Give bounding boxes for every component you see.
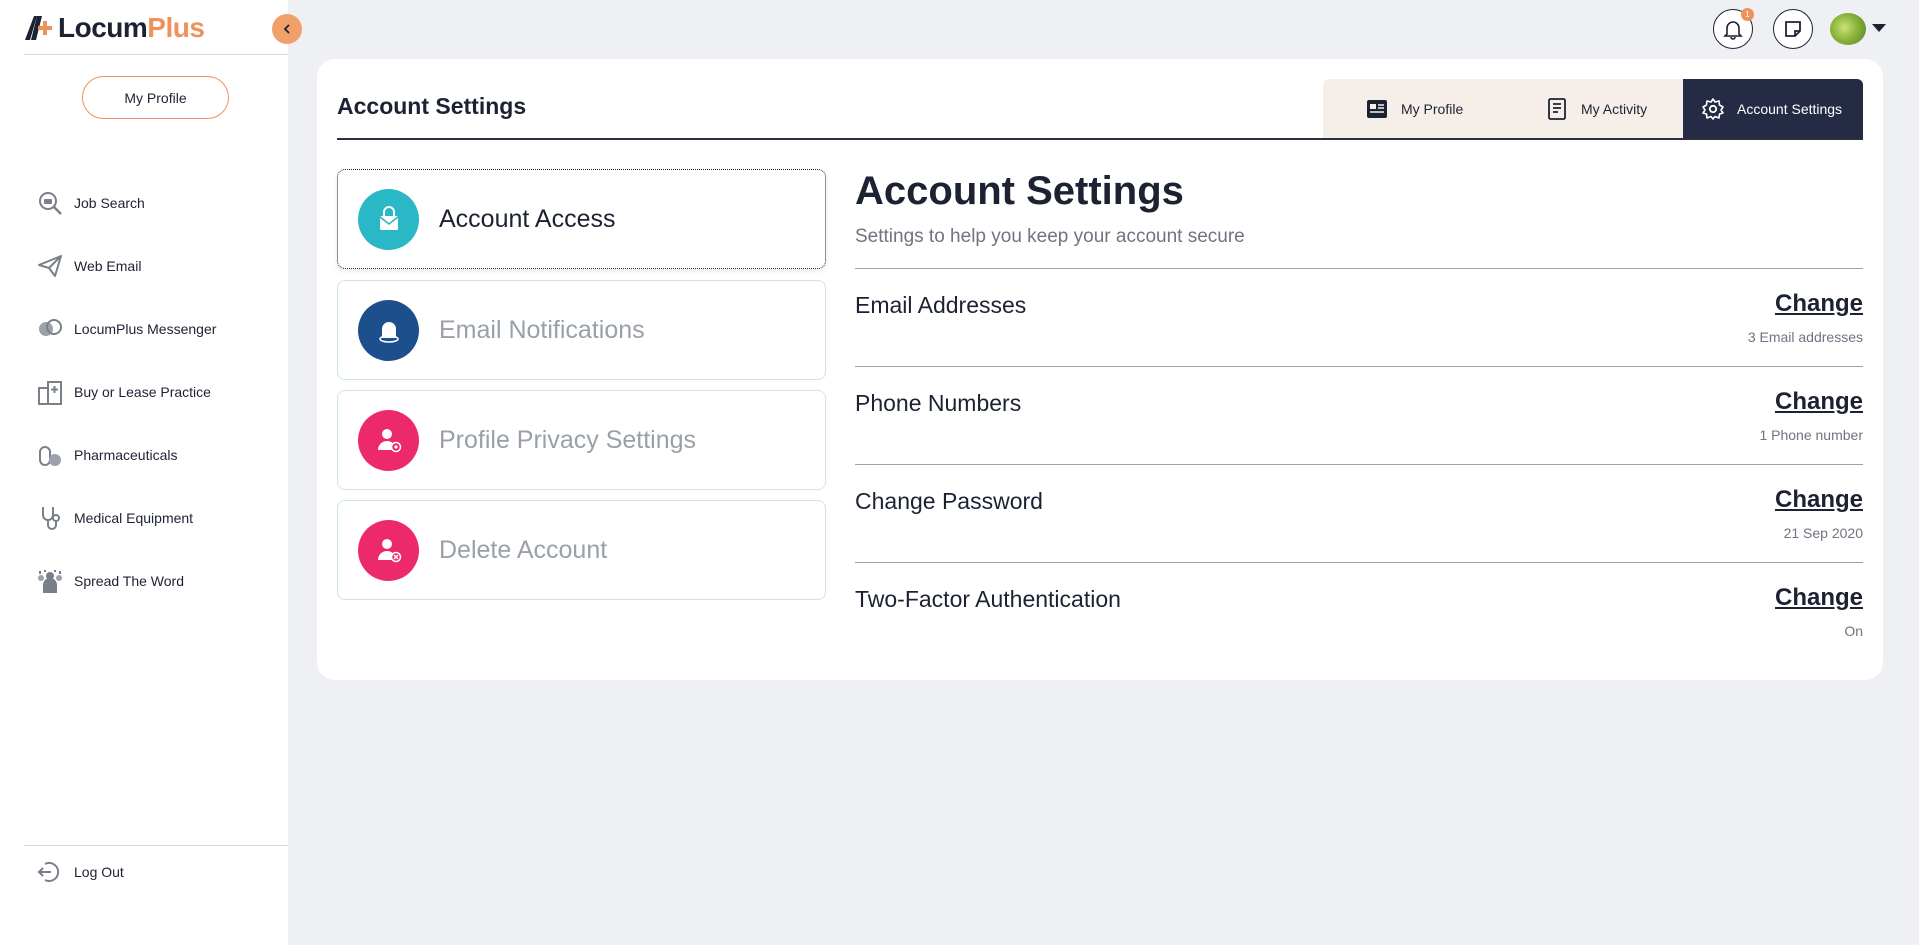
notes-button[interactable] [1773,9,1813,49]
sidebar-item-messenger[interactable]: LocumPlus Messenger [36,314,276,344]
divider [24,54,288,55]
menu-email-notifications[interactable]: Email Notifications [337,280,826,380]
change-password-link[interactable]: Change [1775,486,1863,514]
brand-name: LocumPlus [58,12,205,43]
setting-meta-password: 21 Sep 2020 [1783,525,1863,541]
sidebar-item-label: Spread The Word [74,573,184,589]
sidebar-item-medical-equipment[interactable]: Medical Equipment [36,503,276,533]
sidebar-item-spread-the-word[interactable]: Spread The Word [36,566,276,596]
sidebar-item-pharmaceuticals[interactable]: Pharmaceuticals [36,440,276,470]
menu-label: Email Notifications [439,315,645,344]
sidebar-item-label: Job Search [74,195,145,211]
setting-label-2fa: Two-Factor Authentication [855,586,1121,612]
job-search-icon [39,192,62,215]
divider [855,366,1863,367]
setting-label-password: Change Password [855,488,1043,514]
notifications-button[interactable]: 1 [1713,8,1754,49]
menu-label: Delete Account [439,535,608,564]
notification-badge: 1 [1741,8,1754,21]
page-title: Account Settings [337,93,527,119]
section-title: Account Settings [855,169,1184,213]
brand-logo[interactable]: LocumPlus [22,12,205,44]
tab-label: My Profile [1401,101,1464,117]
sidebar-item-label: Medical Equipment [74,510,194,526]
sidebar-item-label: Pharmaceuticals [74,447,178,463]
divider [855,464,1863,465]
people-group-icon [38,570,62,593]
menu-account-access[interactable]: Account Access [337,169,826,269]
gear-icon [1702,98,1724,120]
setting-meta-phone: 1 Phone number [1759,427,1863,443]
menu-profile-privacy[interactable]: Profile Privacy Settings [337,390,826,490]
pills-icon [39,446,61,466]
menu-delete-account[interactable]: Delete Account [337,500,826,600]
setting-label-email: Email Addresses [855,292,1027,318]
user-privacy-icon [358,409,419,471]
change-2fa-link[interactable]: Change [1775,584,1863,612]
paper-plane-icon [38,255,62,277]
setting-meta-2fa: On [1844,623,1863,639]
tab-my-activity[interactable]: My Activity [1503,79,1683,139]
chevron-left-icon [283,24,290,34]
setting-meta-email: 3 Email addresses [1747,329,1863,345]
tab-account-settings[interactable]: Account Settings [1683,79,1863,139]
sidebar-item-label: Web Email [74,258,142,274]
sidebar-item-buy-lease[interactable]: Buy or Lease Practice [36,377,276,407]
setting-label-phone: Phone Numbers [855,390,1022,416]
section-subtitle: Settings to help you keep your account s… [855,226,1245,247]
collapse-sidebar-button[interactable] [272,14,302,44]
bell-icon [1723,21,1743,40]
divider [337,138,1863,140]
menu-label: Profile Privacy Settings [439,425,697,454]
hospital-building-icon [38,381,62,405]
divider [855,562,1863,563]
stethoscope-icon [42,507,60,530]
logout-button[interactable]: Log Out [36,857,276,887]
avatar[interactable] [1830,13,1866,45]
document-list-icon [1548,98,1566,120]
tab-my-profile[interactable]: My Profile [1323,79,1503,139]
sticky-note-icon [1785,21,1801,37]
sidebar: LocumPlus My Profile Job Search Web Emai… [0,0,288,945]
menu-label: Account Access [439,204,616,233]
bell-icon [358,299,419,361]
divider [24,845,288,846]
account-settings-card: Account Settings My Profile My Activity … [317,59,1883,680]
locumplus-logo-icon [25,16,52,40]
sidebar-item-label: Buy or Lease Practice [74,384,211,400]
change-email-link[interactable]: Change [1775,290,1863,318]
sidebar-item-job-search[interactable]: Job Search [36,188,276,218]
change-phone-link[interactable]: Change [1775,388,1863,416]
divider [855,268,1863,269]
logout-label: Log Out [74,864,124,880]
lock-envelope-icon [358,188,419,250]
user-delete-icon [358,519,419,581]
tab-label: My Activity [1581,101,1648,117]
my-profile-button[interactable]: My Profile [82,76,229,119]
chat-bubbles-icon [39,319,62,336]
logout-icon [37,862,60,882]
chevron-down-icon[interactable] [1872,24,1886,32]
tab-label: Account Settings [1737,101,1843,117]
sidebar-item-label: LocumPlus Messenger [74,321,217,337]
profile-card-icon [1367,100,1387,118]
sidebar-item-web-email[interactable]: Web Email [36,251,276,281]
